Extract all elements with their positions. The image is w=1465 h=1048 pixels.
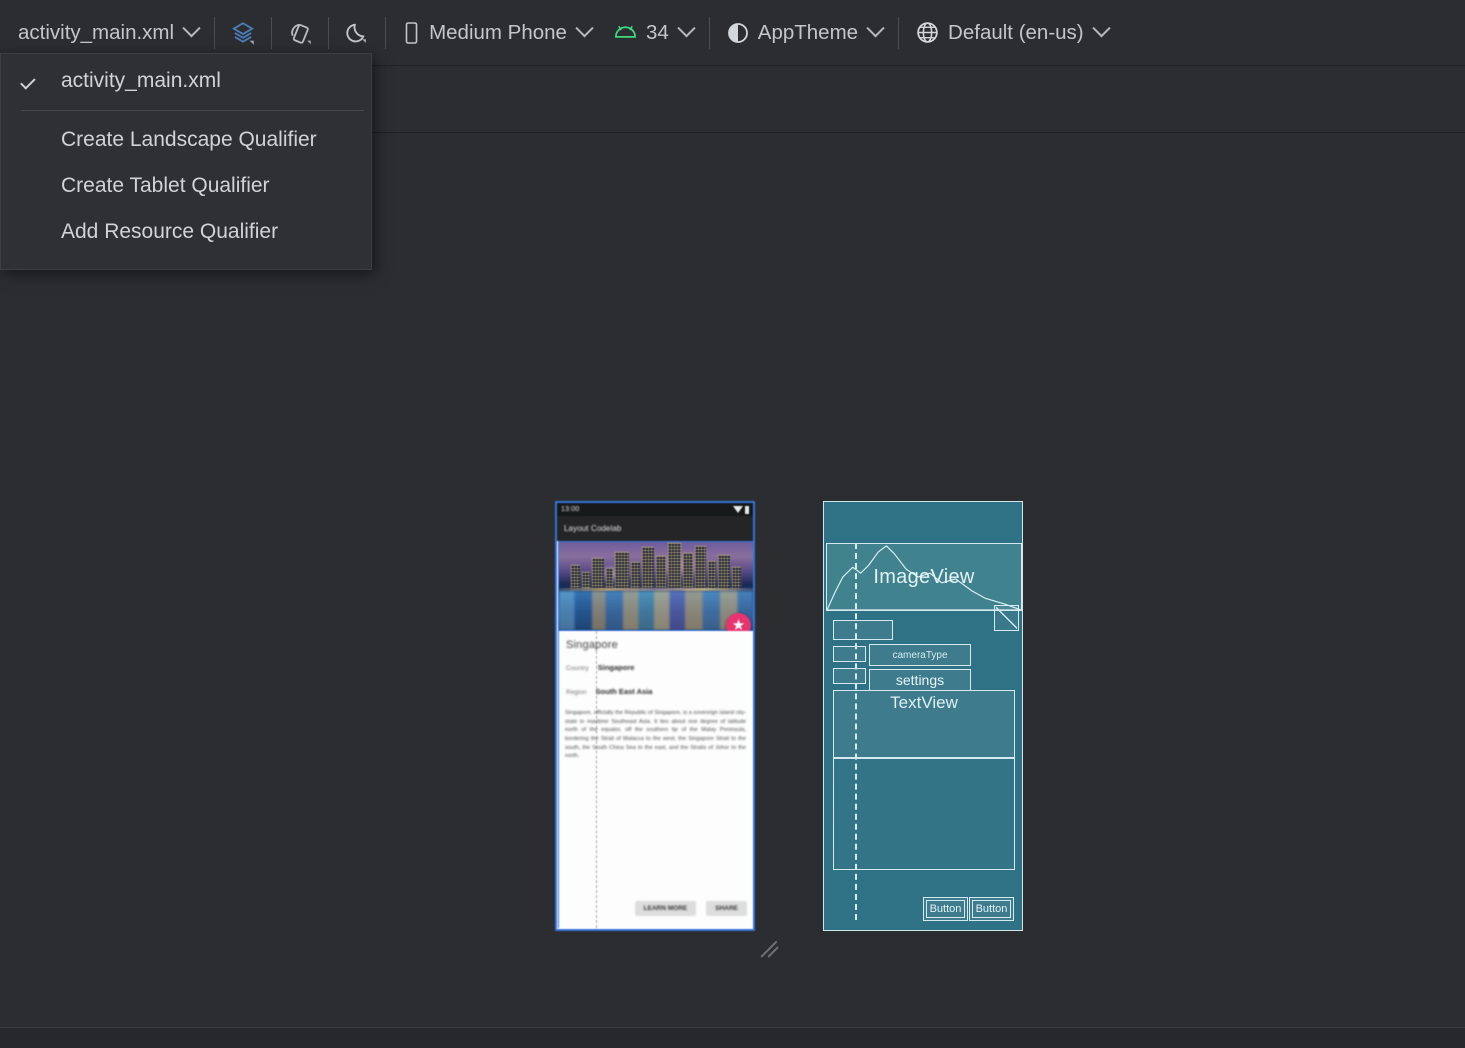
theme-selector[interactable]: AppTheme bbox=[715, 10, 893, 56]
toolbar-separator-5 bbox=[709, 17, 710, 49]
blueprint-view-box[interactable] bbox=[833, 668, 866, 684]
preview-hero-image bbox=[558, 541, 754, 631]
device-preview-rendered[interactable]: 13:00 Layout Codelab bbox=[555, 501, 755, 931]
detail-row: Country Singapore bbox=[566, 663, 634, 672]
android-icon bbox=[613, 23, 638, 43]
menu-item-create-landscape-qualifier[interactable]: Create Landscape Qualifier bbox=[1, 117, 371, 163]
device-rotation-icon bbox=[287, 20, 313, 46]
night-mode-button[interactable] bbox=[334, 10, 380, 56]
toolbar-separator-6 bbox=[898, 17, 899, 49]
blueprint-button-2-label: Button bbox=[976, 903, 1008, 915]
image-placeholder-icon bbox=[994, 605, 1019, 631]
file-variant-label: activity_main.xml bbox=[18, 21, 174, 45]
preview-content-card: Singapore Country Singapore Region South… bbox=[558, 631, 754, 928]
theme-contrast-icon bbox=[726, 21, 750, 45]
theme-label: AppTheme bbox=[758, 21, 858, 45]
status-bar-time: 13:00 bbox=[561, 506, 580, 513]
menu-item-activity-main-xml[interactable]: activity_main.xml bbox=[1, 58, 371, 104]
locale-label: Default (en-us) bbox=[948, 21, 1084, 45]
vertical-guideline[interactable] bbox=[855, 543, 857, 920]
preview-app-bar: Layout Codelab bbox=[557, 516, 753, 541]
wifi-icon bbox=[733, 506, 743, 513]
toolbar-separator-1 bbox=[214, 17, 215, 49]
place-description: Singapore, officially the Republic of Si… bbox=[565, 709, 746, 761]
blueprint-container-box[interactable] bbox=[833, 758, 1015, 870]
blueprint-button-1[interactable]: Button bbox=[923, 897, 968, 921]
locale-selector[interactable]: Default (en-us) bbox=[904, 10, 1119, 56]
resize-handle-icon[interactable] bbox=[758, 936, 784, 962]
detail-label: Country bbox=[566, 665, 589, 672]
chevron-down-icon bbox=[1092, 19, 1110, 37]
api-level-selector[interactable]: 34 bbox=[602, 10, 704, 56]
menu-separator bbox=[21, 110, 364, 111]
phone-icon bbox=[402, 21, 421, 45]
blueprint-settings[interactable]: settings bbox=[869, 669, 971, 691]
chevron-down-icon bbox=[677, 19, 695, 37]
menu-item-add-resource-qualifier[interactable]: Add Resource Qualifier bbox=[1, 209, 371, 255]
blueprint-view-box[interactable] bbox=[833, 620, 893, 640]
moon-icon bbox=[345, 20, 370, 45]
chevron-down-icon bbox=[182, 19, 200, 37]
toolbar-separator-4 bbox=[385, 17, 386, 49]
place-title: Singapore bbox=[566, 639, 618, 651]
water-reflection bbox=[559, 591, 753, 630]
detail-value: South East Asia bbox=[596, 687, 653, 696]
orientation-button[interactable] bbox=[277, 10, 323, 56]
bottom-status-strip bbox=[0, 1028, 1465, 1048]
preview-button-row: LEARN MORE SHARE bbox=[635, 901, 747, 916]
globe-icon bbox=[915, 20, 940, 45]
blueprint-button-2[interactable]: Button bbox=[969, 897, 1014, 921]
toolbar-separator-3 bbox=[328, 17, 329, 49]
menu-item-label: Add Resource Qualifier bbox=[61, 220, 278, 244]
device-selector[interactable]: Medium Phone bbox=[391, 10, 602, 56]
file-variant-menu[interactable]: activity_main.xml Create Landscape Quali… bbox=[0, 53, 372, 270]
menu-item-label: activity_main.xml bbox=[61, 69, 221, 93]
menu-item-create-tablet-qualifier[interactable]: Create Tablet Qualifier bbox=[1, 163, 371, 209]
design-mode-button[interactable] bbox=[220, 10, 266, 56]
learn-more-button[interactable]: LEARN MORE bbox=[635, 901, 697, 916]
layers-icon bbox=[230, 20, 256, 46]
status-bar-icons bbox=[733, 506, 749, 514]
check-icon bbox=[20, 74, 36, 90]
chevron-down-icon bbox=[866, 19, 884, 37]
blueprint-textview[interactable]: TextView bbox=[833, 690, 1015, 758]
detail-label: Region bbox=[566, 689, 587, 696]
chevron-down-icon bbox=[575, 19, 593, 37]
blueprint-button-1-label: Button bbox=[930, 903, 962, 915]
menu-item-label: Create Tablet Qualifier bbox=[61, 174, 270, 198]
device-label: Medium Phone bbox=[429, 21, 567, 45]
blueprint-imageview-label: ImageView bbox=[873, 566, 974, 589]
detail-value: Singapore bbox=[598, 663, 635, 672]
blueprint-view-box[interactable] bbox=[833, 646, 866, 662]
device-preview-blueprint[interactable]: ImageView cameraType settings TextView B… bbox=[823, 501, 1023, 931]
preview-status-bar: 13:00 bbox=[557, 503, 753, 516]
app-bar-title: Layout Codelab bbox=[564, 524, 621, 533]
detail-row: Region South East Asia bbox=[566, 687, 652, 696]
api-level-label: 34 bbox=[646, 21, 669, 45]
blueprint-cameratype[interactable]: cameraType bbox=[869, 644, 971, 666]
blueprint-status-area bbox=[824, 502, 1022, 543]
toolbar-separator-2 bbox=[271, 17, 272, 49]
file-variant-selector[interactable]: activity_main.xml bbox=[0, 10, 209, 56]
menu-item-label: Create Landscape Qualifier bbox=[61, 128, 317, 152]
battery-icon bbox=[745, 506, 749, 514]
share-button[interactable]: SHARE bbox=[706, 901, 747, 916]
preview-guideline bbox=[596, 631, 597, 928]
